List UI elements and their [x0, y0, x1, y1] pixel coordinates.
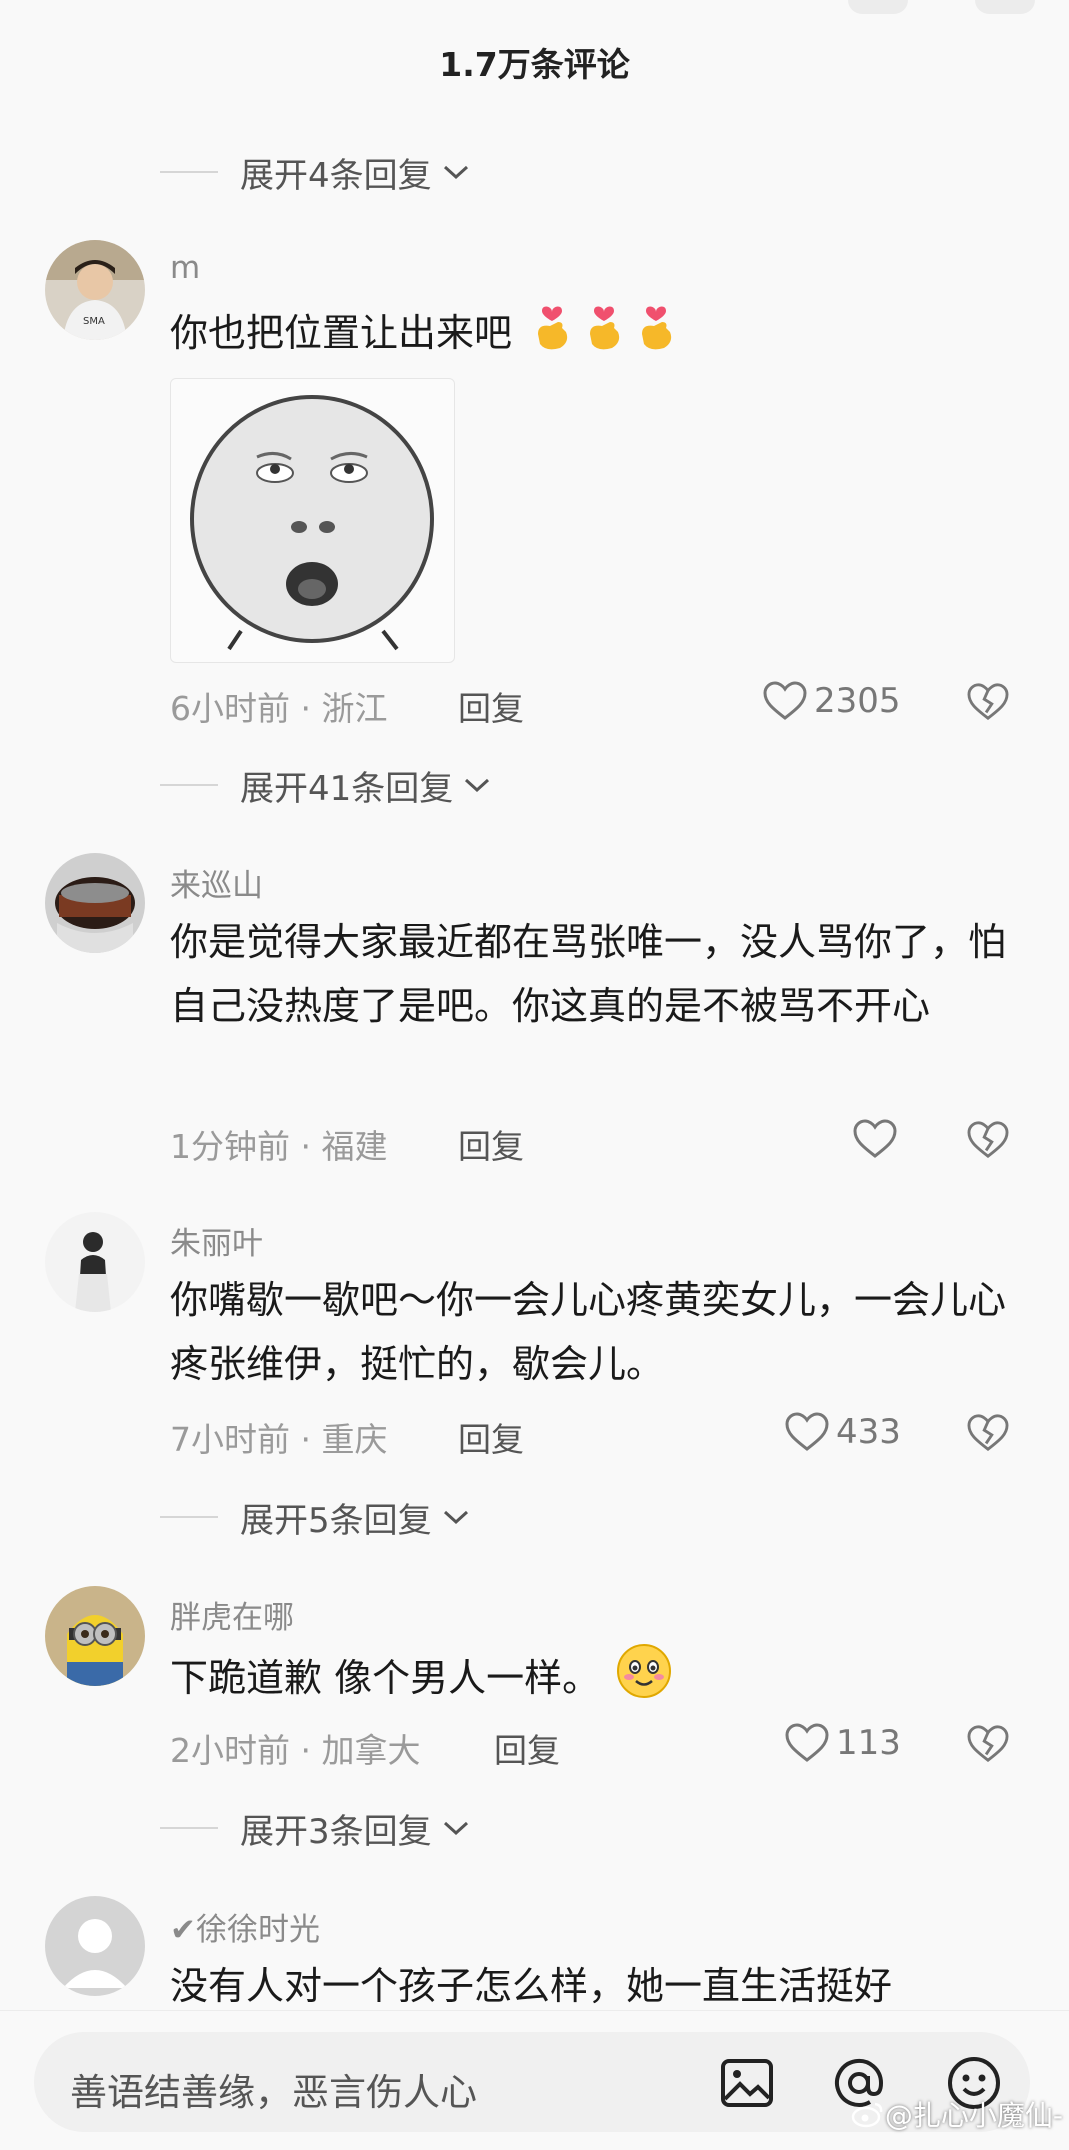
watermark-text: @扎心小魔仙-: [884, 2099, 1063, 2132]
reply-button[interactable]: 回复: [494, 1724, 560, 1772]
heart-outline-icon: [785, 1412, 829, 1451]
expand-replies-button[interactable]: 展开41条回复: [160, 760, 491, 810]
like-count: 2305: [814, 681, 901, 721]
expand-replies-label: 展开41条回复: [240, 768, 454, 809]
reply-button[interactable]: 回复: [458, 682, 524, 730]
comment-meta: 7小时前 · 重庆: [170, 1420, 388, 1459]
watermark: @扎心小魔仙-: [851, 2094, 1063, 2134]
chevron-down-icon: [465, 778, 490, 793]
chevron-down-icon: [443, 1510, 468, 1525]
finger-heart-icon: [528, 298, 576, 373]
expand-replies-label: 展开5条回复: [240, 1500, 432, 1541]
reply-button[interactable]: 回复: [458, 1120, 524, 1168]
username[interactable]: 胖虎在哪: [170, 1592, 294, 1637]
username[interactable]: ✔徐徐时光: [170, 1904, 320, 1949]
username[interactable]: m: [170, 250, 200, 286]
comment-text-content: 下跪道歉 像个男人一样。: [170, 1656, 601, 1700]
comment-text: 你也把位置让出来吧: [170, 298, 1020, 373]
avatar[interactable]: [45, 1212, 145, 1312]
comments-count-title: 1.7万条评论: [439, 45, 630, 84]
divider: [160, 1516, 218, 1518]
divider: [160, 784, 218, 786]
comment-text: 没有人对一个孩子怎么样，她一直生活挺好: [170, 1964, 893, 2008]
dislike-broken-heart-icon[interactable]: [966, 682, 1010, 726]
image-icon[interactable]: [718, 2054, 776, 2116]
dislike-broken-heart-icon[interactable]: [966, 1120, 1010, 1164]
close-icon[interactable]: [975, 0, 1035, 14]
username[interactable]: 朱丽叶: [170, 1218, 263, 1263]
comment-text-content: 你也把位置让出来吧: [170, 311, 513, 355]
expand-replies-label: 展开3条回复: [240, 1811, 432, 1852]
expand-replies-label: 展开4条回复: [240, 155, 432, 196]
divider: [160, 171, 218, 173]
like-button[interactable]: 113: [784, 1722, 901, 1764]
avatar[interactable]: SMA: [45, 240, 145, 340]
heart-outline-icon: [853, 1119, 897, 1158]
svg-text:SMA: SMA: [83, 316, 105, 327]
comment-text: 你是觉得大家最近都在骂张唯一，没人骂你了，怕自己没热度了是吧。你这真的是不被骂不…: [170, 920, 1007, 1028]
username[interactable]: 来巡山: [170, 860, 263, 905]
expand-replies-button[interactable]: 展开4条回复: [160, 147, 470, 197]
like-button[interactable]: 433: [784, 1411, 901, 1453]
like-count: 433: [836, 1412, 901, 1452]
comment-meta: 6小时前 · 浙江: [170, 689, 388, 728]
chevron-down-icon: [443, 1821, 468, 1836]
expand-replies-button[interactable]: 展开3条回复: [160, 1803, 470, 1853]
expand-replies-button[interactable]: 展开5条回复: [160, 1492, 470, 1542]
like-button[interactable]: [852, 1118, 904, 1160]
dislike-broken-heart-icon[interactable]: [966, 1413, 1010, 1457]
reply-button[interactable]: 回复: [458, 1413, 524, 1461]
like-button[interactable]: 2305: [762, 680, 901, 722]
finger-heart-icon: [632, 298, 680, 373]
chevron-down-icon: [443, 165, 468, 180]
finger-heart-icon: [580, 298, 628, 373]
heart-outline-icon: [785, 1723, 829, 1762]
avatar[interactable]: [45, 1896, 145, 1996]
comment-input-placeholder[interactable]: 善语结善缘，恶言伤人心: [70, 2062, 477, 2116]
avatar[interactable]: [45, 1586, 145, 1686]
heart-outline-icon: [763, 681, 807, 720]
avatar[interactable]: [45, 853, 145, 953]
blush-smile-icon: [616, 1643, 672, 1718]
dislike-broken-heart-icon[interactable]: [966, 1724, 1010, 1768]
comment-text: 下跪道歉 像个男人一样。: [170, 1643, 1020, 1718]
comment-meta: 2小时前 · 加拿大: [170, 1731, 421, 1770]
weibo-logo-icon: [851, 2102, 883, 2128]
comment-text: 你嘴歇一歇吧～你一会儿心疼黄奕女儿，一会儿心疼张维伊，挺忙的，歇会儿。: [170, 1278, 1007, 1386]
comment-meta: 1分钟前 · 福建: [170, 1127, 388, 1166]
like-count: 113: [836, 1723, 901, 1763]
sticker-image[interactable]: [170, 378, 455, 663]
top-action-icon[interactable]: [848, 0, 908, 14]
divider: [160, 1827, 218, 1829]
